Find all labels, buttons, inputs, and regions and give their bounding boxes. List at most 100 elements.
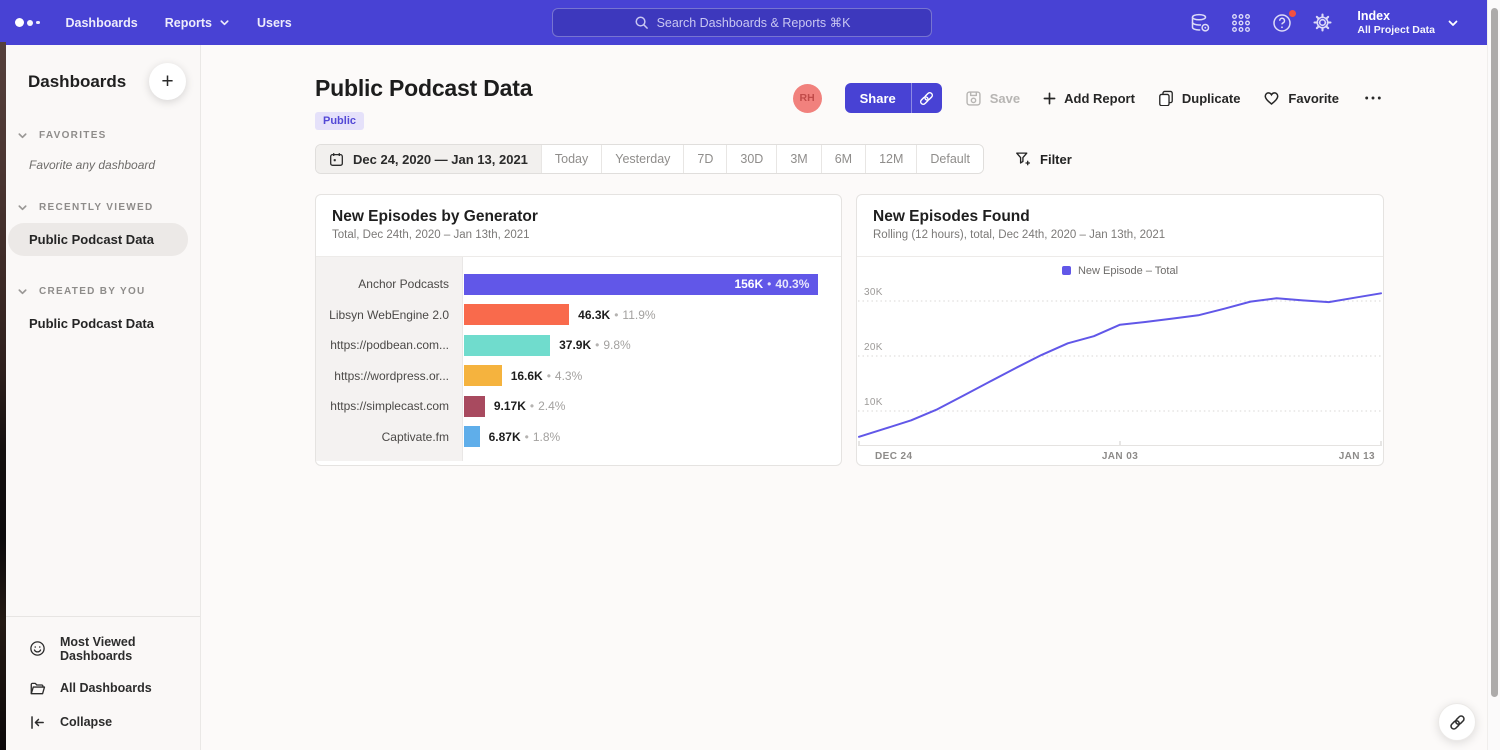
nav-link-dashboards[interactable]: Dashboards bbox=[66, 16, 138, 30]
favorites-empty-note: Favorite any dashboard bbox=[6, 141, 200, 172]
chevron-down-icon bbox=[17, 130, 28, 141]
add-dashboard-button[interactable]: + bbox=[149, 63, 186, 100]
favorite-button[interactable]: Favorite bbox=[1263, 90, 1339, 107]
bar-value-label: 46.3K•11.9% bbox=[578, 308, 655, 322]
card-title: New Episodes by Generator bbox=[332, 208, 825, 226]
preset-default[interactable]: Default bbox=[916, 145, 983, 173]
footer-item-label: Most Viewed Dashboards bbox=[60, 635, 200, 663]
section-label: FAVORITES bbox=[39, 130, 107, 141]
chart-legend: New Episode – Total bbox=[857, 261, 1383, 280]
bar-category-label: https://wordpress.or... bbox=[316, 369, 463, 383]
funnel-icon bbox=[1015, 151, 1031, 167]
legend-swatch bbox=[1062, 266, 1071, 275]
duplicate-button[interactable]: Duplicate bbox=[1158, 90, 1241, 106]
footer-item-collapse[interactable]: Collapse bbox=[6, 705, 200, 739]
project-switcher[interactable]: Index All Project Data bbox=[1357, 9, 1459, 37]
bar-segment[interactable] bbox=[464, 335, 550, 356]
app-logo[interactable] bbox=[15, 18, 40, 27]
sidebar-title: Dashboards bbox=[28, 72, 126, 92]
smiley-icon bbox=[29, 640, 46, 657]
bar-row: https://simplecast.com9.17K•2.4% bbox=[316, 391, 841, 422]
chevron-down-icon bbox=[219, 17, 230, 28]
card-subtitle: Total, Dec 24th, 2020 – Jan 13th, 2021 bbox=[332, 229, 825, 241]
nav-link-reports[interactable]: Reports bbox=[165, 16, 230, 30]
bar-row: Anchor Podcasts156K•40.3% bbox=[316, 269, 841, 300]
line-chart[interactable]: 30K 20K 10K bbox=[858, 280, 1382, 445]
notification-dot bbox=[1288, 9, 1297, 18]
settings-gear-icon[interactable] bbox=[1312, 12, 1334, 34]
more-options-icon[interactable] bbox=[1362, 94, 1384, 102]
preset-3m[interactable]: 3M bbox=[776, 145, 820, 173]
copy-icon bbox=[1158, 90, 1174, 106]
card-title: New Episodes Found bbox=[873, 208, 1367, 226]
nav-link-label: Reports bbox=[165, 16, 212, 30]
bar-segment[interactable] bbox=[464, 365, 502, 386]
bar-segment[interactable] bbox=[464, 304, 569, 325]
preset-6m[interactable]: 6M bbox=[821, 145, 865, 173]
primary-nav: Dashboards Reports Users bbox=[66, 16, 319, 30]
preset-12m[interactable]: 12M bbox=[865, 145, 916, 173]
footer-item-most-viewed-dashboards[interactable]: Most Viewed Dashboards bbox=[6, 626, 200, 671]
main-content: Public Podcast Data Public RH Share bbox=[201, 45, 1487, 750]
bar-track: 16.6K•4.3% bbox=[463, 365, 841, 386]
bar-category-label: https://podbean.com... bbox=[316, 338, 463, 352]
bar-row: https://wordpress.or...16.6K•4.3% bbox=[316, 361, 841, 392]
bar-category-label: Libsyn WebEngine 2.0 bbox=[316, 308, 463, 322]
sidebar-item-public-podcast-data[interactable]: Public Podcast Data bbox=[8, 223, 188, 256]
nav-link-users[interactable]: Users bbox=[257, 16, 292, 30]
line-series bbox=[859, 293, 1381, 437]
calendar-icon bbox=[329, 152, 344, 167]
share-link-button[interactable] bbox=[911, 83, 942, 113]
help-icon[interactable] bbox=[1271, 12, 1293, 34]
bar-chart[interactable]: Anchor Podcasts156K•40.3% Libsyn WebEngin… bbox=[316, 257, 841, 465]
public-badge: Public bbox=[315, 112, 364, 130]
bar-value-label: 156K•40.3% bbox=[734, 277, 809, 291]
search-placeholder: Search Dashboards & Reports ⌘K bbox=[657, 15, 851, 30]
share-split-button: Share bbox=[845, 83, 942, 113]
folder-icon bbox=[29, 680, 46, 697]
floating-link-button[interactable] bbox=[1438, 703, 1476, 741]
section-label: CREATED BY YOU bbox=[39, 286, 146, 297]
preset-yesterday[interactable]: Yesterday bbox=[601, 145, 683, 173]
bar-segment[interactable] bbox=[464, 396, 485, 417]
avatar[interactable]: RH bbox=[793, 84, 822, 113]
preset-today[interactable]: Today bbox=[541, 145, 601, 173]
card-subtitle: Rolling (12 hours), total, Dec 24th, 202… bbox=[873, 229, 1367, 241]
section-header-recently-viewed[interactable]: RECENTLY VIEWED bbox=[6, 202, 200, 213]
bar-value-label: 37.9K•9.8% bbox=[559, 338, 631, 352]
bar-segment[interactable] bbox=[464, 426, 480, 447]
heart-icon bbox=[1263, 90, 1280, 107]
navbar-right: Index All Project Data bbox=[1189, 9, 1487, 37]
bar-track: 46.3K•11.9% bbox=[463, 304, 841, 325]
x-axis: DEC 24 JAN 03 JAN 13 bbox=[858, 445, 1382, 465]
filter-button[interactable]: Filter bbox=[1009, 150, 1078, 168]
vertical-scrollbar bbox=[1487, 0, 1500, 750]
x-tick-label: JAN 13 bbox=[1339, 451, 1375, 462]
nav-link-label: Dashboards bbox=[66, 16, 138, 30]
top-navbar: Dashboards Reports Users Search Dashboards… bbox=[0, 0, 1487, 45]
section-header-favorites[interactable]: FAVORITES bbox=[6, 130, 200, 141]
preset-30d[interactable]: 30D bbox=[726, 145, 776, 173]
apps-grid-icon[interactable] bbox=[1230, 12, 1252, 34]
section-label: RECENTLY VIEWED bbox=[39, 202, 154, 213]
footer-item-all-dashboards[interactable]: All Dashboards bbox=[6, 671, 200, 705]
data-sources-icon[interactable] bbox=[1189, 12, 1211, 34]
footer-item-label: All Dashboards bbox=[60, 681, 152, 695]
share-button[interactable]: Share bbox=[845, 83, 911, 113]
sidebar-item-public-podcast-data[interactable]: Public Podcast Data bbox=[8, 307, 188, 340]
bar-segment[interactable]: 156K•40.3% bbox=[464, 274, 818, 295]
section-header-created-by-you[interactable]: CREATED BY YOU bbox=[6, 286, 200, 297]
bar-track: 37.9K•9.8% bbox=[463, 335, 841, 356]
add-report-button[interactable]: Add Report bbox=[1043, 91, 1135, 106]
legend-label: New Episode – Total bbox=[1078, 265, 1178, 277]
sidebar-sections: FAVORITESFavorite any dashboard RECENTLY … bbox=[6, 130, 200, 340]
search-input[interactable]: Search Dashboards & Reports ⌘K bbox=[552, 8, 932, 37]
plus-icon bbox=[1043, 92, 1056, 105]
scrollbar-thumb[interactable] bbox=[1491, 8, 1498, 697]
save-button[interactable]: Save bbox=[965, 90, 1020, 107]
link-icon bbox=[918, 90, 935, 107]
date-range-button[interactable]: Dec 24, 2020 — Jan 13, 2021 bbox=[316, 145, 541, 173]
date-range-control: Dec 24, 2020 — Jan 13, 2021 TodayYesterd… bbox=[315, 144, 984, 174]
line-chart-card: New Episodes Found Rolling (12 hours), t… bbox=[856, 194, 1384, 466]
preset-7d[interactable]: 7D bbox=[683, 145, 726, 173]
